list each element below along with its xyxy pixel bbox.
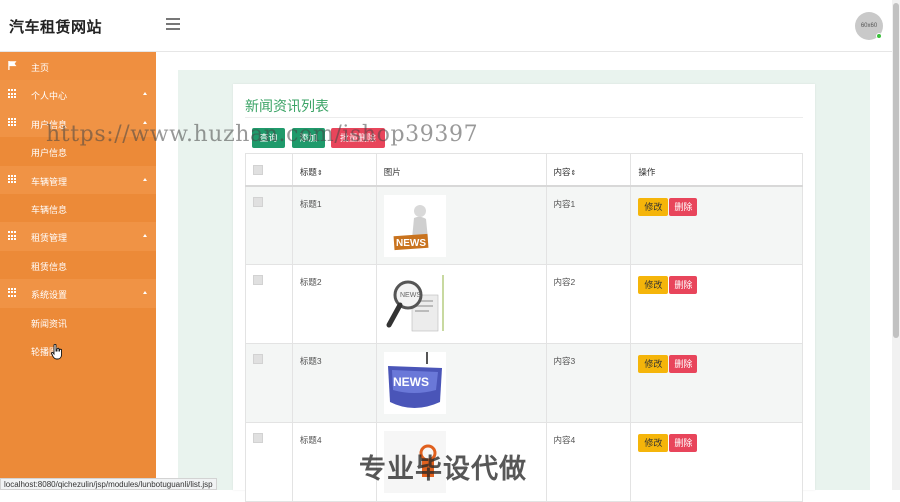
sort-icon: ⇕ bbox=[316, 170, 323, 177]
grid-icon bbox=[8, 174, 17, 184]
edit-button[interactable]: 修改 bbox=[638, 355, 669, 373]
table-header-row: 标题⇕ 图片 内容⇕ 操作 bbox=[245, 153, 803, 187]
sidebar-item-label: 租赁管理 bbox=[31, 233, 68, 244]
online-status-icon bbox=[876, 33, 882, 39]
page-scrollbar[interactable] bbox=[892, 0, 900, 490]
row-checkbox[interactable] bbox=[253, 354, 263, 364]
grid-icon bbox=[8, 288, 17, 297]
news-key-image: NEWS bbox=[383, 352, 446, 414]
svg-text:NEWS: NEWS bbox=[396, 238, 426, 249]
select-all-cell bbox=[245, 153, 293, 187]
row-title: 标题3 bbox=[291, 343, 377, 423]
caret-up-icon bbox=[143, 234, 147, 238]
sidebar-item-rental-management[interactable]: 租赁管理 bbox=[0, 222, 156, 251]
edit-button[interactable]: 修改 bbox=[638, 197, 669, 216]
row-content: 内容3 bbox=[545, 343, 632, 423]
sidebar-item-label: 主页 bbox=[31, 63, 50, 73]
hand-cursor-icon bbox=[51, 344, 62, 360]
row-content: 内容2 bbox=[545, 264, 632, 344]
svg-text:NEWS: NEWS bbox=[400, 292, 421, 299]
table-row: 标题1 NEWS 内容1 修改 删除 bbox=[245, 185, 803, 265]
caret-up-icon bbox=[143, 92, 147, 96]
sidebar-item-label: 用户信息 bbox=[31, 148, 68, 159]
scrollbar-thumb[interactable] bbox=[893, 3, 899, 338]
caret-up-icon bbox=[143, 291, 147, 295]
edit-button[interactable]: 修改 bbox=[638, 276, 669, 294]
grid-icon bbox=[8, 89, 17, 99]
magnifier-newspaper-image: NEWS bbox=[383, 273, 446, 335]
top-navbar: 汽车租赁网站 60x60 bbox=[0, 0, 892, 52]
sidebar-item-label: 车辆信息 bbox=[31, 204, 68, 215]
sidebar-item-label: 车辆管理 bbox=[31, 176, 68, 187]
row-checkbox[interactable] bbox=[253, 433, 263, 443]
row-image-cell: NEWS bbox=[375, 343, 547, 423]
column-header-actions: 操作 bbox=[630, 153, 803, 187]
delete-button[interactable]: 删除 bbox=[669, 355, 698, 373]
table-row: 标题2 NEWS 内容2 修改 删除 bbox=[245, 264, 803, 344]
sidebar-item-vehicle-management[interactable]: 车辆管理 bbox=[0, 165, 156, 194]
row-title: 标题2 bbox=[291, 264, 377, 344]
sidebar-item-label: 新闻资讯 bbox=[31, 318, 68, 329]
sidebar-item-rental-info[interactable]: 租赁信息 bbox=[0, 251, 156, 279]
column-header-title[interactable]: 标题⇕ bbox=[291, 153, 377, 187]
column-header-content[interactable]: 内容⇕ bbox=[545, 153, 632, 187]
row-image-cell: NEWS bbox=[375, 185, 547, 265]
delete-button[interactable]: 删除 bbox=[669, 197, 698, 216]
watermark-url: https://www.huzhan.com/ishop39397 bbox=[46, 122, 479, 147]
table-row: 标题3 NEWS 内容3 修改 删除 bbox=[245, 343, 803, 423]
watermark-caption: 专业毕设代做 bbox=[359, 454, 527, 484]
sidebar-item-carousel[interactable]: 轮播图 bbox=[0, 336, 156, 364]
column-header-image: 图片 bbox=[375, 153, 547, 187]
sidebar-item-label: 租赁信息 bbox=[31, 261, 68, 272]
delete-button[interactable]: 删除 bbox=[669, 276, 698, 294]
sidebar-item-vehicle-info[interactable]: 车辆信息 bbox=[0, 194, 156, 222]
row-image-cell: NEWS bbox=[375, 264, 547, 344]
sort-icon: ⇕ bbox=[570, 170, 577, 177]
edit-button[interactable]: 修改 bbox=[638, 434, 669, 452]
delete-button[interactable]: 删除 bbox=[669, 434, 698, 452]
row-checkbox[interactable] bbox=[253, 275, 263, 285]
sidebar-item-label: 个人中心 bbox=[31, 91, 68, 102]
row-title: 标题1 bbox=[291, 185, 377, 265]
row-content: 内容1 bbox=[545, 185, 632, 265]
sidebar-item-home[interactable]: 主页 bbox=[0, 52, 156, 81]
flag-icon bbox=[8, 61, 17, 70]
sidebar-item-system-settings[interactable]: 系统设置 bbox=[0, 279, 156, 308]
row-actions: 修改 删除 bbox=[630, 343, 803, 423]
sidebar-item-news[interactable]: 新闻资讯 bbox=[0, 308, 156, 336]
sidebar-item-personal-center[interactable]: 个人中心 bbox=[0, 80, 156, 109]
grid-icon bbox=[8, 231, 17, 240]
select-all-checkbox[interactable] bbox=[253, 165, 263, 175]
page-title: 新闻资讯列表 bbox=[245, 98, 329, 114]
hamburger-menu-icon[interactable] bbox=[166, 18, 180, 30]
svg-text:NEWS: NEWS bbox=[393, 375, 429, 389]
sidebar-item-label: 系统设置 bbox=[31, 290, 68, 301]
status-bar-url: localhost:8080/qichezulin/jsp/modules/lu… bbox=[0, 478, 217, 490]
title-divider bbox=[245, 117, 803, 118]
row-checkbox[interactable] bbox=[253, 196, 263, 207]
caret-up-icon bbox=[143, 177, 147, 181]
grid-icon bbox=[8, 117, 17, 127]
news-figure-image: NEWS bbox=[383, 194, 446, 257]
row-actions: 修改 删除 bbox=[630, 185, 803, 265]
site-brand[interactable]: 汽车租赁网站 bbox=[9, 16, 102, 37]
row-actions: 修改 删除 bbox=[630, 264, 803, 344]
sidebar: 主页 个人中心 用户信息 用户信息 车辆管理 车辆信息 租赁管理 租赁信息 系统… bbox=[0, 52, 156, 490]
